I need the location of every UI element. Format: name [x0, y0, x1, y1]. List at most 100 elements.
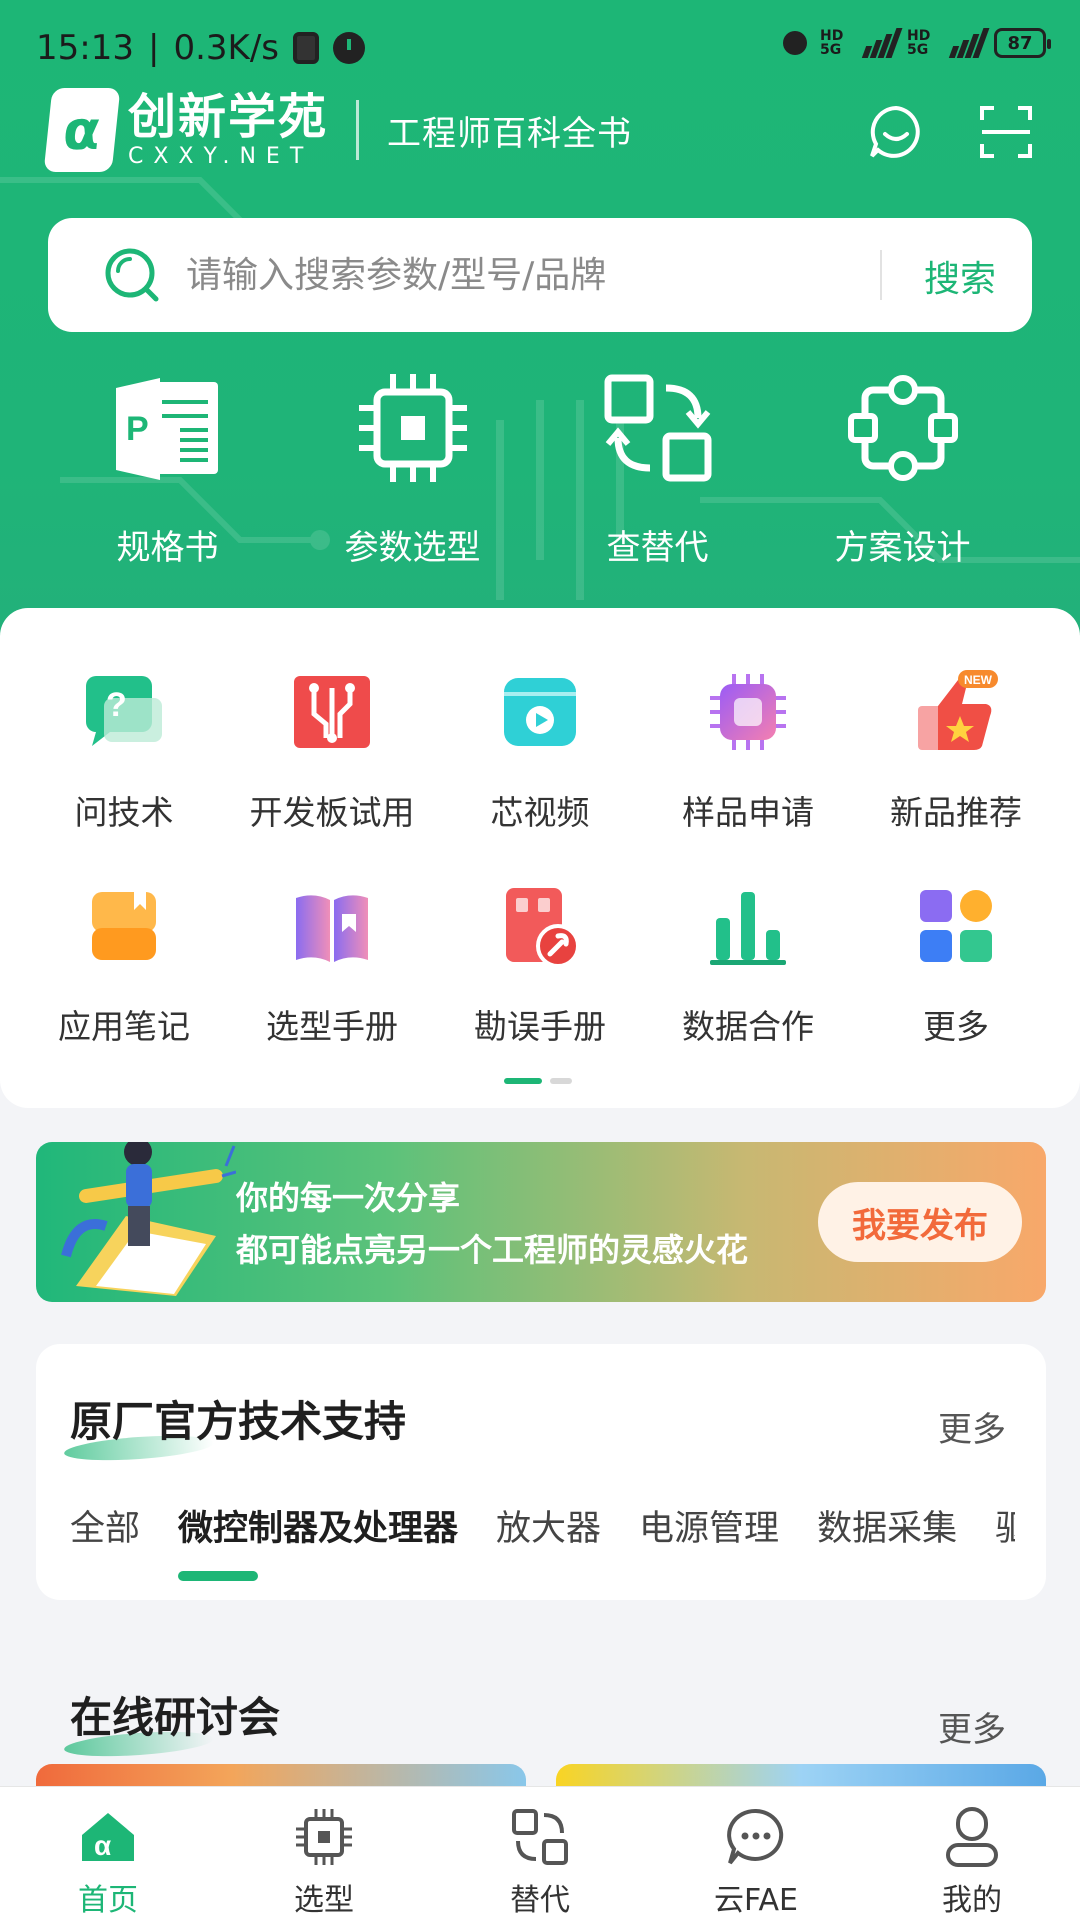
quick-action-replace[interactable]: 查替代 [535, 368, 780, 569]
quick-action-param-select[interactable]: 参数选型 [290, 368, 535, 569]
nav-label: 选型 [294, 1883, 354, 1918]
clock-notification-icon [333, 32, 365, 64]
home-icon: α [82, 1813, 134, 1861]
search-bar[interactable]: 搜索 [48, 218, 1032, 332]
quick-action-label: 查替代 [606, 528, 709, 568]
video-icon [504, 678, 576, 746]
devboard-icon [294, 676, 370, 748]
banner-line-2: 都可能点亮另一个工程师的灵感火花 [236, 1231, 749, 1269]
grid-item-devboard[interactable]: 开发板试用 [228, 670, 436, 834]
search-divider [880, 250, 882, 300]
grid-item-ask-tech[interactable]: ? 问技术 [20, 670, 228, 834]
grid-item-errata[interactable]: 勘误手册 [436, 884, 644, 1048]
chat-smile-icon[interactable] [868, 104, 924, 160]
replace-icon [604, 374, 711, 482]
official-support-section: 原厂官方技术支持 更多 全部 微控制器及处理器 放大器 电源管理 数据采集 驱 [36, 1344, 1046, 1600]
manual-icon [296, 895, 368, 962]
app-notification-icon [293, 32, 319, 64]
chip-icon [358, 374, 467, 482]
nav-cloud-fae[interactable]: 云FAE [648, 1787, 864, 1920]
support-more-link[interactable]: 更多 [938, 1402, 1006, 1451]
grid-item-label: 更多 [923, 1007, 989, 1046]
webinar-title: 在线研讨会 [63, 1684, 280, 1761]
question-icon: ? [86, 676, 162, 746]
search-input[interactable] [186, 254, 826, 296]
thumbs-up-new-icon: NEW [918, 670, 998, 750]
status-bar: 15:13 | 0.3K/s HD 5G HD 5G 87 [0, 0, 1080, 96]
brand-name: 创新学苑 [128, 89, 329, 145]
battery-icon: 87 [994, 28, 1051, 58]
search-icon [105, 248, 159, 302]
chat-nav-icon [727, 1808, 784, 1865]
grid-item-label: 样品申请 [682, 793, 814, 832]
nav-label: 替代 [510, 1883, 570, 1918]
replace-nav-icon [512, 1809, 568, 1865]
network-label-2: HD 5G [907, 28, 931, 58]
grid-item-label: 数据合作 [682, 1007, 814, 1046]
section-title: 原厂官方技术支持 [63, 1388, 406, 1465]
datasheet-icon: P [115, 378, 218, 480]
quick-action-label: 规格书 [116, 528, 219, 568]
tab-data-acq[interactable]: 数据采集 [817, 1500, 957, 1551]
nav-home[interactable]: α 首页 [0, 1787, 216, 1920]
quick-action-datasheet[interactable]: P 规格书 [45, 368, 290, 569]
brand: α 创新学苑 CXXY.NET 工程师百科全书 [43, 88, 633, 172]
brand-url: CXXY.NET [128, 144, 314, 169]
support-tabs: 全部 微控制器及处理器 放大器 电源管理 数据采集 驱 [70, 1500, 1015, 1581]
signal-icon [948, 28, 990, 58]
tab-mcu[interactable]: 微控制器及处理器 [178, 1500, 458, 1581]
header: 15:13 | 0.3K/s HD 5G HD 5G 87 α 创新学苑 CXX… [0, 0, 1080, 660]
notes-icon [92, 892, 156, 960]
brand-logo-icon: α [43, 88, 121, 172]
network-label-1: HD 5G [820, 28, 844, 58]
grid-item-label: 芯视频 [490, 793, 590, 832]
webinar-more-link[interactable]: 更多 [938, 1702, 1006, 1751]
brand-slogan: 工程师百科全书 [387, 113, 633, 154]
feature-grid: ? 问技术 开发板试用 芯视频 样品申请 NEW 新品推荐 应用笔记 选型手册 … [0, 608, 1080, 1108]
search-button[interactable]: 搜索 [924, 250, 996, 302]
network-speed: 0.3K/s [173, 28, 279, 68]
grid-item-sample[interactable]: 样品申请 [644, 670, 852, 834]
svg-text:?: ? [106, 686, 127, 724]
grid-item-label: 选型手册 [266, 1007, 398, 1046]
svg-text:P: P [126, 410, 149, 448]
tab-power[interactable]: 电源管理 [639, 1500, 779, 1551]
quick-action-label: 方案设计 [834, 528, 971, 568]
quick-action-solution[interactable]: 方案设计 [780, 368, 1025, 569]
solution-icon [847, 375, 958, 481]
nav-label: 我的 [942, 1883, 1002, 1918]
grid-item-new-products[interactable]: NEW 新品推荐 [852, 670, 1060, 834]
scan-icon[interactable] [978, 104, 1034, 160]
grid-item-video[interactable]: 芯视频 [436, 670, 644, 834]
svg-text:α: α [94, 1830, 111, 1861]
tab-amplifier[interactable]: 放大器 [496, 1500, 601, 1551]
nav-profile[interactable]: 我的 [864, 1787, 1080, 1920]
new-badge: NEW [964, 673, 993, 687]
tab-driver[interactable]: 驱 [995, 1500, 1015, 1551]
grid-item-label: 新品推荐 [890, 793, 1022, 832]
grid-item-selection-manual[interactable]: 选型手册 [228, 884, 436, 1048]
engineer-illustration [61, 1142, 236, 1296]
grid-item-data-coop[interactable]: 数据合作 [644, 884, 852, 1048]
nav-label: 云FAE [714, 1883, 798, 1918]
grid-item-label: 勘误手册 [474, 1007, 606, 1046]
quick-action-label: 参数选型 [344, 528, 481, 568]
grid-item-app-notes[interactable]: 应用笔记 [20, 884, 228, 1048]
share-banner[interactable]: 你的每一次分享 都可能点亮另一个工程师的灵感火花 我要发布 [36, 1142, 1046, 1302]
grid-item-more[interactable]: 更多 [852, 884, 1060, 1048]
nav-label: 首页 [78, 1883, 138, 1918]
banner-line-1: 你的每一次分享 [236, 1179, 461, 1217]
grid-item-label: 问技术 [74, 793, 174, 832]
tab-all[interactable]: 全部 [70, 1500, 140, 1551]
signal-icon [861, 28, 903, 58]
nav-replace[interactable]: 替代 [432, 1787, 648, 1920]
sample-chip-icon [710, 674, 786, 750]
more-grid-icon [920, 890, 992, 962]
publish-button[interactable]: 我要发布 [818, 1182, 1022, 1262]
errata-icon [506, 888, 580, 968]
nav-select[interactable]: 选型 [216, 1787, 432, 1920]
bluetooth-icon [783, 31, 807, 55]
profile-icon [946, 1807, 998, 1867]
brand-divider [356, 100, 360, 160]
chip-nav-icon [296, 1809, 352, 1865]
